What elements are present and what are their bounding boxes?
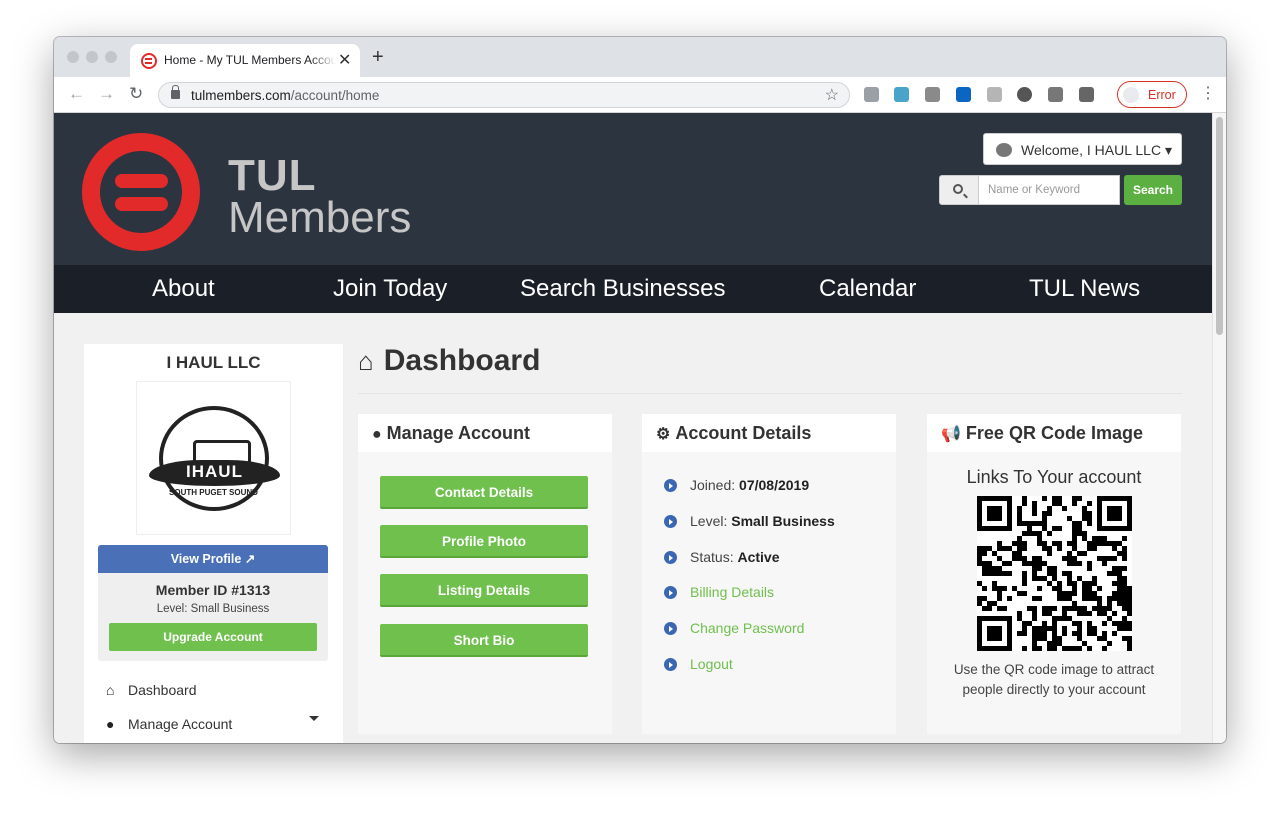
qr-caption: Use the QR code image to attract people … — [953, 662, 1155, 697]
card-title: 📢 Free QR Code Image — [927, 414, 1181, 452]
new-tab-button[interactable]: + — [372, 46, 384, 69]
nav-join-today[interactable]: Join Today — [333, 275, 447, 303]
megaphone-icon: 📢 — [941, 426, 961, 443]
tab-close-icon[interactable]: ✕ — [338, 50, 351, 70]
business-logo: IHAUL SOUTH PUGET SOUND — [136, 381, 291, 535]
scrollbar-thumb[interactable] — [1216, 117, 1223, 335]
page-scrollbar[interactable] — [1212, 113, 1226, 743]
tul-favicon-icon — [141, 53, 157, 69]
bookmark-star-icon[interactable]: ☆ — [825, 85, 839, 105]
tab-title: Home - My TUL Members Account — [164, 53, 336, 67]
member-level: Level: Small Business — [156, 603, 270, 615]
manage-account-card: ● Manage Account Contact Details Profile … — [358, 414, 612, 734]
forward-icon[interactable]: → — [98, 84, 115, 104]
back-icon[interactable]: ← — [68, 84, 85, 104]
address-bar[interactable]: tulmembers.com/account/home ☆ — [158, 82, 850, 108]
url-text: tulmembers.com/account/home — [191, 88, 380, 103]
extension-icon[interactable] — [894, 87, 909, 102]
page-viewport: TUL Members Welcome, I HAUL LLC ▾ Search… — [54, 113, 1212, 743]
member-id: Member ID #1313 — [155, 582, 271, 598]
sidebar-item-label: Dashboard — [128, 682, 197, 698]
welcome-dropdown[interactable]: Welcome, I HAUL LLC ▾ — [983, 133, 1182, 165]
home-icon: ⌂ — [106, 682, 115, 698]
user-icon: ● — [106, 716, 115, 732]
joined-row: Joined: 07/08/2019 — [664, 477, 809, 493]
logo-subtext: SOUTH PUGET SOUND — [169, 488, 258, 497]
search-input[interactable] — [978, 175, 1120, 205]
user-avatar-icon — [996, 143, 1012, 157]
status-row: Status: Active — [664, 549, 780, 565]
page-title: ⌂ Dashboard — [358, 344, 541, 377]
sidebar-item-dashboard[interactable]: ⌂ Dashboard — [106, 682, 197, 698]
extension-icon[interactable] — [987, 87, 1002, 102]
billing-details-link[interactable]: Billing Details — [664, 584, 774, 600]
drive-extension-icon[interactable] — [925, 87, 940, 102]
qr-code-image[interactable] — [977, 496, 1132, 651]
play-circle-icon — [664, 479, 677, 492]
listing-details-button[interactable]: Listing Details — [380, 574, 588, 607]
logout-link[interactable]: Logout — [664, 656, 733, 672]
contact-details-button[interactable]: Contact Details — [380, 476, 588, 509]
change-password-link[interactable]: Change Password — [664, 620, 804, 636]
gear-icon: ⚙ — [656, 426, 671, 443]
play-circle-icon — [664, 551, 677, 564]
site-search: Search — [939, 175, 1182, 205]
upgrade-account-button[interactable]: Upgrade Account — [109, 623, 317, 651]
browser-tab[interactable]: Home - My TUL Members Account ✕ — [130, 44, 360, 77]
play-circle-icon — [664, 658, 677, 671]
logo-banner: IHAUL — [149, 460, 280, 486]
browser-window: Home - My TUL Members Account ✕ + ← → ↻ … — [54, 37, 1226, 743]
play-circle-icon — [664, 515, 677, 528]
sidebar-item-label: Manage Account — [128, 716, 233, 732]
level-row: Level: Small Business — [664, 513, 835, 529]
brand-subtitle: Members — [228, 193, 412, 242]
play-circle-icon — [664, 586, 677, 599]
qr-subtitle: Links To Your account — [966, 467, 1142, 487]
reload-icon[interactable]: ↻ — [129, 84, 143, 104]
nav-calendar[interactable]: Calendar — [819, 275, 916, 303]
card-title: ● Manage Account — [358, 414, 612, 452]
profile-photo-button[interactable]: Profile Photo — [380, 525, 588, 558]
tab-strip: Home - My TUL Members Account ✕ + — [54, 37, 1226, 77]
extension-icon[interactable] — [1017, 87, 1032, 102]
profile-error-button[interactable]: Error — [1117, 81, 1187, 108]
browser-toolbar: ← → ↻ tulmembers.com/account/home ☆ Erro… — [54, 77, 1226, 113]
sidebar-item-manage-account[interactable]: ● Manage Account — [106, 716, 232, 732]
business-name: I HAUL LLC — [166, 353, 261, 372]
error-label: Error — [1148, 88, 1176, 102]
site-header: TUL Members Welcome, I HAUL LLC ▾ Search — [54, 113, 1212, 265]
tul-logo-icon[interactable] — [82, 133, 200, 251]
search-icon — [939, 175, 979, 205]
member-card: View Profile ↗ Member ID #1313 Level: Sm… — [98, 545, 328, 661]
view-profile-button[interactable]: View Profile ↗ — [98, 545, 328, 573]
window-zoom-dot[interactable] — [105, 51, 117, 63]
chevron-down-icon[interactable] — [309, 716, 319, 721]
external-link-icon: ↗ — [244, 552, 256, 566]
search-button[interactable]: Search — [1124, 175, 1182, 205]
short-bio-button[interactable]: Short Bio — [380, 624, 588, 657]
grammar-extension-icon[interactable] — [1048, 87, 1063, 102]
account-details-card: ⚙ Account Details Joined: 07/08/2019 Leve… — [642, 414, 896, 734]
camera-extension-icon[interactable] — [864, 87, 879, 102]
qr-code-card: 📢 Free QR Code Image Links To Your accoun… — [927, 414, 1181, 734]
window-minimize-dot[interactable] — [86, 51, 98, 63]
main-nav: About Join Today Search Businesses Calen… — [54, 265, 1212, 313]
avatar — [1123, 87, 1139, 103]
nav-search-businesses[interactable]: Search Businesses — [520, 275, 725, 303]
window-close-dot[interactable] — [67, 51, 79, 63]
nav-about[interactable]: About — [152, 275, 215, 303]
account-sidebar: I HAUL LLC IHAUL SOUTH PUGET SOUND View … — [84, 344, 343, 743]
welcome-label: Welcome, I HAUL LLC ▾ — [1021, 142, 1172, 158]
play-circle-icon — [664, 622, 677, 635]
logo-text: IHAUL — [186, 462, 243, 481]
linkedin-extension-icon[interactable] — [956, 87, 971, 102]
lock-icon — [171, 85, 180, 99]
divider — [358, 393, 1182, 394]
user-icon: ● — [372, 426, 382, 443]
card-title: ⚙ Account Details — [642, 414, 896, 452]
home-icon: ⌂ — [358, 346, 374, 376]
nav-tul-news[interactable]: TUL News — [1029, 275, 1140, 303]
browser-menu-icon[interactable]: ⋮ — [1200, 83, 1216, 103]
facebook-extension-icon[interactable] — [1079, 87, 1094, 102]
